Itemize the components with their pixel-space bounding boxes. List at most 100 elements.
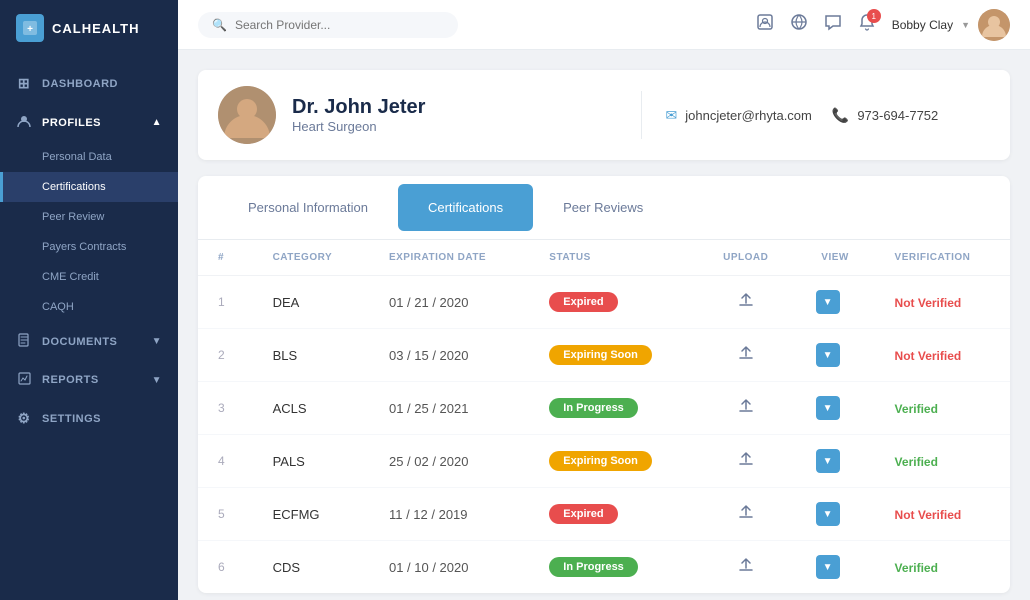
tab-personal-info[interactable]: Personal Information bbox=[218, 184, 398, 231]
cell-status: Expired bbox=[529, 488, 696, 541]
content-area: Dr. John Jeter Heart Surgeon ✉ johncjete… bbox=[178, 50, 1030, 600]
sidebar-item-caqh[interactable]: CAQH bbox=[0, 292, 178, 322]
sidebar-item-certifications[interactable]: Certifications bbox=[0, 172, 178, 202]
cell-upload[interactable] bbox=[696, 488, 796, 541]
reports-icon bbox=[16, 372, 32, 388]
view-button[interactable]: ▼ bbox=[816, 396, 840, 420]
verification-text: Verified bbox=[895, 402, 938, 416]
main-area: 🔍 bbox=[178, 0, 1030, 600]
sidebar-item-dashboard[interactable]: ⊞ Dashboard bbox=[0, 64, 178, 103]
cell-num: 4 bbox=[198, 435, 253, 488]
profile-title: Heart Surgeon bbox=[292, 119, 617, 134]
sidebar-item-personal-data[interactable]: Personal Data bbox=[0, 142, 178, 172]
status-badge: In Progress bbox=[549, 398, 638, 418]
upload-icon[interactable] bbox=[737, 455, 755, 472]
user-name: Bobby Clay bbox=[892, 18, 953, 32]
cell-upload[interactable] bbox=[696, 435, 796, 488]
topbar-right: 1 Bobby Clay ▼ bbox=[756, 9, 1010, 41]
cell-status: Expiring Soon bbox=[529, 435, 696, 488]
cell-verification: Verified bbox=[875, 435, 1010, 488]
table-header-row: # Category Expiration Date Status Upload… bbox=[198, 240, 1010, 276]
sidebar: + CALHEALTH ⊞ Dashboard Profiles ▲ Perso… bbox=[0, 0, 178, 600]
cell-upload[interactable] bbox=[696, 541, 796, 594]
sidebar-item-documents[interactable]: Documents ▼ bbox=[0, 322, 178, 361]
avatar bbox=[978, 9, 1010, 41]
profiles-subnav: Personal Data Certifications Peer Review… bbox=[0, 142, 178, 322]
status-badge: Expiring Soon bbox=[549, 451, 652, 471]
cell-expiration: 01 / 21 / 2020 bbox=[369, 276, 529, 329]
topbar: 🔍 bbox=[178, 0, 1030, 50]
cell-upload[interactable] bbox=[696, 382, 796, 435]
search-box[interactable]: 🔍 bbox=[198, 12, 458, 38]
verification-text: Not Verified bbox=[895, 296, 962, 310]
phone-contact: 📞 973-694-7752 bbox=[832, 107, 938, 124]
tab-peer-reviews[interactable]: Peer Reviews bbox=[533, 184, 673, 231]
notification-icon[interactable]: 1 bbox=[858, 13, 876, 36]
upload-icon[interactable] bbox=[737, 561, 755, 578]
cell-view[interactable]: ▼ bbox=[796, 329, 875, 382]
cell-view[interactable]: ▼ bbox=[796, 382, 875, 435]
cell-status: Expired bbox=[529, 276, 696, 329]
search-input[interactable] bbox=[235, 18, 444, 32]
globe-icon[interactable] bbox=[790, 13, 808, 36]
upload-icon[interactable] bbox=[737, 402, 755, 419]
certifications-table: # Category Expiration Date Status Upload… bbox=[198, 240, 1010, 593]
cell-category: DEA bbox=[253, 276, 369, 329]
upload-icon[interactable] bbox=[737, 349, 755, 366]
sidebar-nav: ⊞ Dashboard Profiles ▲ Personal Data Cer… bbox=[0, 56, 178, 600]
view-button[interactable]: ▼ bbox=[816, 502, 840, 526]
profile-contact: ✉ johncjeter@rhyta.com 📞 973-694-7752 bbox=[666, 107, 991, 124]
upload-icon[interactable] bbox=[737, 508, 755, 525]
email-contact: ✉ johncjeter@rhyta.com bbox=[666, 107, 812, 124]
sidebar-item-settings[interactable]: ⚙ Settings bbox=[0, 399, 178, 438]
sidebar-label-documents: Documents bbox=[42, 336, 117, 348]
view-button[interactable]: ▼ bbox=[816, 343, 840, 367]
cell-category: ACLS bbox=[253, 382, 369, 435]
profile-name: Dr. John Jeter bbox=[292, 96, 617, 119]
sidebar-item-cme-credit[interactable]: CME Credit bbox=[0, 262, 178, 292]
cell-view[interactable]: ▼ bbox=[796, 435, 875, 488]
cell-status: In Progress bbox=[529, 382, 696, 435]
phone-icon: 📞 bbox=[832, 107, 849, 124]
cell-verification: Verified bbox=[875, 541, 1010, 594]
logo-text: CALHEALTH bbox=[52, 21, 139, 36]
table-body: 1 DEA 01 / 21 / 2020 Expired ▼ Not Verif… bbox=[198, 276, 1010, 594]
cell-num: 3 bbox=[198, 382, 253, 435]
cell-upload[interactable] bbox=[696, 276, 796, 329]
cell-upload[interactable] bbox=[696, 329, 796, 382]
verification-text: Verified bbox=[895, 455, 938, 469]
status-badge: In Progress bbox=[549, 557, 638, 577]
view-button[interactable]: ▼ bbox=[816, 449, 840, 473]
sidebar-label-settings: Settings bbox=[42, 413, 101, 425]
cell-expiration: 25 / 02 / 2020 bbox=[369, 435, 529, 488]
chat-icon[interactable] bbox=[824, 13, 842, 36]
sidebar-item-peer-review[interactable]: Peer Review bbox=[0, 202, 178, 232]
cell-expiration: 01 / 25 / 2021 bbox=[369, 382, 529, 435]
col-upload: Upload bbox=[696, 240, 796, 276]
verification-text: Not Verified bbox=[895, 349, 962, 363]
cell-expiration: 01 / 10 / 2020 bbox=[369, 541, 529, 594]
user-menu[interactable]: Bobby Clay ▼ bbox=[892, 9, 1010, 41]
view-button[interactable]: ▼ bbox=[816, 290, 840, 314]
user-card-icon[interactable] bbox=[756, 13, 774, 36]
view-button[interactable]: ▼ bbox=[816, 555, 840, 579]
cell-view[interactable]: ▼ bbox=[796, 541, 875, 594]
table-row: 5 ECFMG 11 / 12 / 2019 Expired ▼ Not Ver… bbox=[198, 488, 1010, 541]
cell-expiration: 11 / 12 / 2019 bbox=[369, 488, 529, 541]
cell-view[interactable]: ▼ bbox=[796, 488, 875, 541]
sidebar-item-reports[interactable]: Reports ▼ bbox=[0, 361, 178, 399]
upload-icon[interactable] bbox=[737, 296, 755, 313]
tab-certifications[interactable]: Certifications bbox=[398, 184, 533, 231]
profile-header: Dr. John Jeter Heart Surgeon ✉ johncjete… bbox=[198, 70, 1010, 160]
settings-icon: ⚙ bbox=[16, 410, 32, 427]
sidebar-item-payers-contracts[interactable]: Payers Contracts bbox=[0, 232, 178, 262]
search-icon: 🔍 bbox=[212, 18, 227, 32]
cell-view[interactable]: ▼ bbox=[796, 276, 875, 329]
col-num: # bbox=[198, 240, 253, 276]
logo[interactable]: + CALHEALTH bbox=[0, 0, 178, 56]
cell-verification: Not Verified bbox=[875, 488, 1010, 541]
sidebar-item-profiles[interactable]: Profiles ▲ bbox=[0, 103, 178, 142]
chevron-down-icon-reports: ▼ bbox=[152, 375, 162, 386]
verification-text: Verified bbox=[895, 561, 938, 575]
chevron-down-icon: ▼ bbox=[152, 336, 162, 347]
